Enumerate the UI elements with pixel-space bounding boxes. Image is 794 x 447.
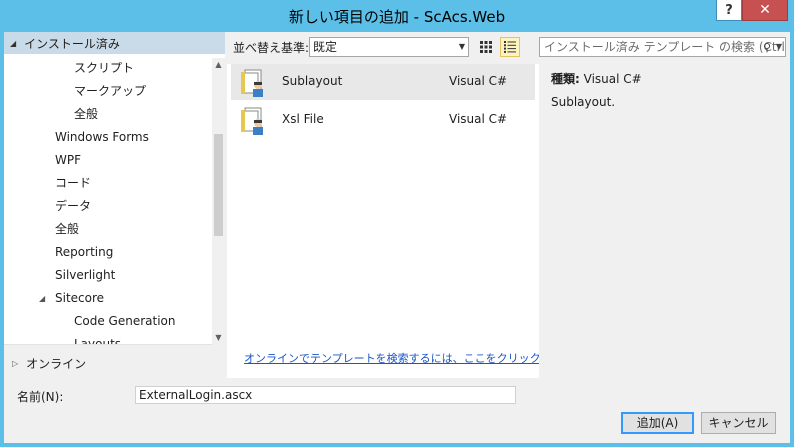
search-icon[interactable]: ⚲ [763, 39, 771, 56]
sort-label: 並べ替え基準: [233, 41, 310, 55]
tree-item[interactable]: 全般 [55, 218, 79, 241]
cancel-button[interactable]: キャンセル [701, 412, 776, 434]
online-header[interactable]: ▷ オンライン [4, 352, 225, 374]
scroll-up-arrow-icon[interactable]: ▲ [212, 58, 225, 72]
sort-dropdown[interactable]: 既定 ▼ [309, 37, 469, 57]
dropdown-arrow-icon: ▼ [458, 42, 465, 51]
list-view-button[interactable] [500, 37, 520, 57]
template-item[interactable]: Xsl File Visual C# [231, 102, 535, 138]
expand-triangle-icon: ▷ [12, 358, 19, 368]
list-view-icon [504, 41, 516, 53]
sort-value: 既定 [313, 40, 338, 54]
tree-item[interactable]: ◢ Sitecore [39, 287, 105, 310]
grid-view-button[interactable] [476, 37, 496, 57]
template-file-icon [239, 106, 269, 136]
detail-type-value: Visual C# [583, 72, 642, 86]
detail-type: 種類: Visual C# [551, 70, 642, 87]
tree-item-label: Code Generation [74, 314, 176, 328]
detail-type-label: 種類: [551, 72, 580, 86]
tree-item-label: データ [55, 199, 92, 213]
scroll-thumb[interactable] [214, 134, 223, 236]
tree-item-label: スクリプト [74, 61, 135, 75]
installed-header-label: インストール済み [24, 36, 120, 51]
template-search-input[interactable]: インストール済み テンプレート の検索 (Ctrl+E) ⚲ ▼ [539, 37, 786, 57]
tree-item-label: Reporting [55, 245, 114, 259]
tree-item[interactable]: マークアップ [74, 80, 146, 103]
template-item[interactable]: Sublayout Visual C# [231, 64, 535, 100]
tree-item-label: WPF [55, 153, 82, 167]
grid-view-icon [480, 41, 492, 53]
installed-header[interactable]: ◢ インストール済み [4, 32, 225, 54]
template-language: Visual C# [449, 112, 508, 126]
tree-item-label: Windows Forms [55, 130, 149, 144]
name-input[interactable]: ExternalLogin.ascx [135, 386, 516, 404]
tree-item[interactable]: WPF [55, 149, 81, 172]
online-label: オンライン [26, 356, 87, 371]
tree-scrollbar[interactable]: ▲ ▼ [212, 58, 225, 345]
tree-item[interactable]: Code Generation [74, 310, 175, 333]
category-tree: スクリプト マークアップ 全般 Windows Forms WPF コード データ 全般 Rep… [4, 54, 225, 345]
online-search-link[interactable]: オンラインでテンプレートを検索するには、ここをクリックします。 [244, 350, 584, 366]
tree-item[interactable]: Silverlight [55, 264, 115, 287]
template-name: Sublayout [282, 74, 343, 88]
template-list: Sublayout Visual C# Xsl File Visual C# オンライ… [227, 64, 584, 378]
detail-panel: 種類: Visual C# Sublayout. [539, 64, 790, 378]
tree-item-label: Sitecore [55, 291, 105, 305]
template-name: Xsl File [282, 112, 324, 126]
search-placeholder: インストール済み テンプレート の検索 (Ctrl+E) [544, 40, 786, 54]
tree-item[interactable]: スクリプト [74, 57, 134, 80]
tree-item-label: Layouts [74, 337, 122, 345]
tree-item-label: Silverlight [55, 268, 116, 282]
dialog-body: ◢ インストール済み スクリプト マークアップ 全般 Windows Forms WPF… [4, 32, 790, 443]
scroll-down-arrow-icon[interactable]: ▼ [212, 331, 225, 345]
tree-item[interactable]: データ [55, 195, 91, 218]
tree-item-label: 全般 [74, 107, 99, 121]
search-dropdown-arrow-icon[interactable]: ▼ [776, 38, 782, 56]
detail-description: Sublayout. [551, 95, 616, 109]
name-label: 名前(N): [17, 390, 64, 404]
template-language: Visual C# [449, 74, 508, 88]
tree-item[interactable]: 全般 [74, 103, 98, 126]
close-button[interactable]: ✕ [742, 0, 788, 21]
collapse-triangle-icon: ◢ [10, 38, 17, 48]
tree-item[interactable]: Layouts [74, 333, 122, 345]
window-title: 新しい項目の追加 - ScAcs.Web [288, 8, 506, 26]
tree-item[interactable]: Reporting [55, 241, 113, 264]
expanded-triangle-icon[interactable]: ◢ [39, 287, 45, 310]
tree-item-label: マークアップ [74, 84, 147, 98]
help-button[interactable]: ? [716, 0, 742, 21]
tree-item-label: コード [55, 176, 92, 190]
tree-item[interactable]: Windows Forms [55, 126, 149, 149]
title-bar: 新しい項目の追加 - ScAcs.Web ? ✕ [0, 0, 794, 32]
template-file-icon [239, 68, 269, 98]
tree-item[interactable]: コード [55, 172, 91, 195]
tree-item-label: 全般 [55, 222, 80, 236]
add-button[interactable]: 追加(A) [621, 412, 694, 434]
